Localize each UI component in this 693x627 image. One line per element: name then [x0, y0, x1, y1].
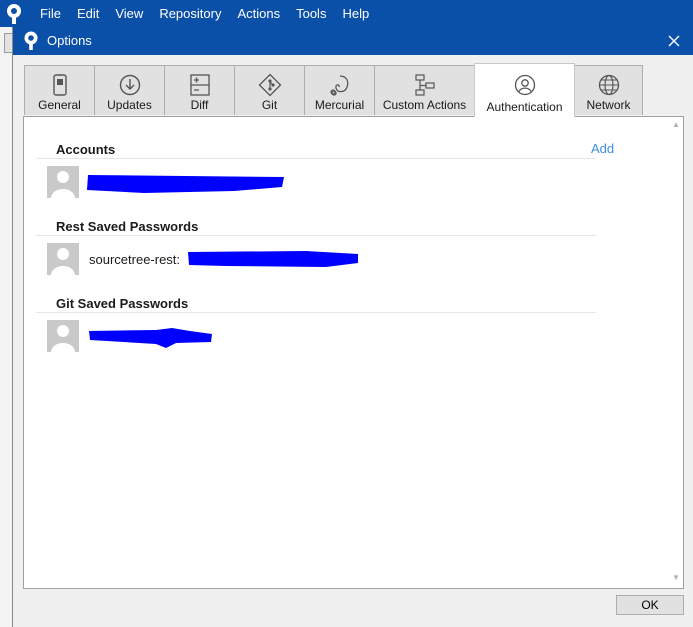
tab-updates[interactable]: Updates [94, 65, 165, 115]
diff-icon [189, 74, 210, 96]
menu-repository[interactable]: Repository [151, 0, 229, 27]
sourcetree-logo-icon [24, 31, 38, 50]
tab-label: Authentication [486, 100, 563, 114]
app-menubar: File Edit View Repository Actions Tools … [0, 0, 693, 27]
options-dialog: Options General Updates Diff Git Mercuri… [12, 27, 693, 627]
dialog-titlebar: Options [13, 27, 693, 55]
tab-network[interactable]: Network [574, 65, 643, 115]
flowchart-icon [414, 74, 435, 96]
accounts-heading: Accounts [56, 142, 116, 157]
rest-passwords-heading: Rest Saved Passwords [56, 219, 199, 234]
divider [36, 235, 596, 236]
switch-icon [52, 74, 67, 96]
tab-authentication[interactable]: Authentication [474, 63, 575, 117]
tab-label: Git [261, 98, 278, 112]
sourcetree-logo-icon [7, 4, 21, 24]
menu-actions[interactable]: Actions [229, 0, 288, 27]
redacted-git-credential[interactable] [86, 325, 214, 350]
add-account-link[interactable]: Add [591, 141, 614, 156]
tab-label: Mercurial [314, 98, 365, 112]
menu-view[interactable]: View [107, 0, 151, 27]
globe-icon [598, 74, 619, 96]
close-icon[interactable] [662, 29, 686, 53]
tab-label: General [38, 98, 81, 112]
divider [36, 312, 596, 313]
mercurial-icon [329, 75, 348, 96]
tab-git[interactable]: Git [234, 65, 305, 115]
menu-edit[interactable]: Edit [69, 0, 107, 27]
tab-mercurial[interactable]: Mercurial [304, 65, 375, 115]
tab-diff[interactable]: Diff [164, 65, 235, 115]
redacted-rest-credential[interactable] [186, 248, 361, 270]
vertical-scrollbar[interactable]: ▲ ▼ [669, 117, 683, 588]
avatar-icon [47, 243, 79, 275]
user-circle-icon [514, 74, 535, 96]
redacted-account-name[interactable] [84, 171, 289, 196]
menu-items: File Edit View Repository Actions Tools … [32, 0, 377, 27]
tab-label: Custom Actions [382, 98, 467, 112]
menu-file[interactable]: File [32, 0, 69, 27]
rest-password-entry[interactable]: sourcetree-rest: [89, 252, 180, 267]
dialog-title: Options [47, 33, 92, 48]
tab-custom-actions[interactable]: Custom Actions [374, 65, 475, 115]
avatar-icon [47, 320, 79, 352]
avatar-icon [47, 166, 79, 198]
tab-label: Network [586, 98, 631, 112]
authentication-panel: Accounts Add Rest Saved Passwords source… [23, 116, 684, 589]
divider [36, 158, 596, 159]
tab-label: Diff [190, 98, 209, 112]
git-icon [258, 73, 281, 97]
scroll-down-icon[interactable]: ▼ [672, 574, 680, 582]
tab-general[interactable]: General [24, 65, 95, 115]
tab-label: Updates [107, 98, 152, 112]
scroll-up-icon[interactable]: ▲ [672, 121, 680, 129]
git-passwords-heading: Git Saved Passwords [56, 296, 189, 311]
download-arrow-icon [119, 74, 140, 96]
ok-button[interactable]: OK [616, 595, 684, 615]
menu-help[interactable]: Help [334, 0, 377, 27]
menu-tools[interactable]: Tools [288, 0, 334, 27]
